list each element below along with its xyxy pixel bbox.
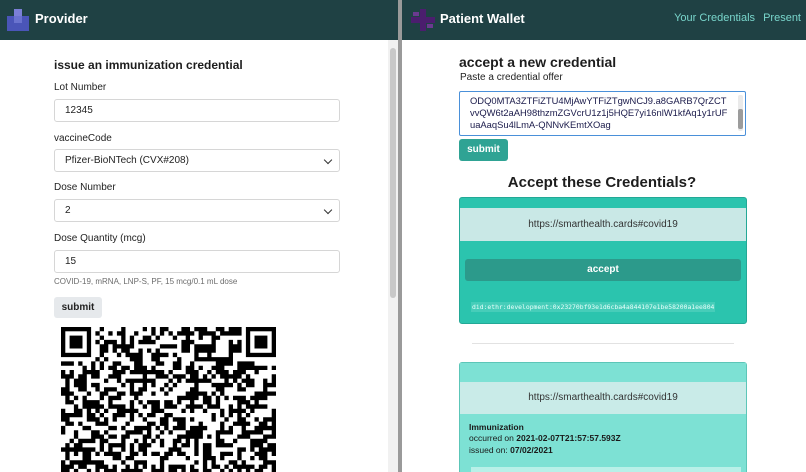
issuer-did: did:ethr:development:0x23270bf93e1d6cba4…	[471, 302, 716, 312]
dose-help-text: COVID-19, mRNA, LNP-S, PF, 15 mcg/0.1 mL…	[54, 277, 238, 286]
dose-quantity-value: 15	[65, 256, 77, 267]
vaccine-code-label: vaccineCode	[54, 133, 112, 144]
issued-on-row: issued on: 07/02/2021	[469, 445, 553, 455]
wallet-title: accept a new credential	[459, 54, 617, 70]
provider-brand: Provider	[35, 11, 88, 26]
wallet-brand: Patient Wallet	[440, 11, 525, 26]
issuer-did-truncated	[471, 467, 741, 472]
wallet-topbar: Patient Wallet Your Credentials Present	[402, 0, 806, 40]
nav-your-credentials[interactable]: Your Credentials	[674, 12, 755, 24]
wallet-logo-icon	[411, 9, 435, 31]
provider-scrollbar[interactable]	[388, 40, 398, 472]
chevron-down-icon	[323, 205, 333, 215]
credential-card-offer: https://smarthealth.cards#covid19 accept…	[459, 197, 747, 324]
occurred-on-row: occurred on 2021-02-07T21:57:57.593Z	[469, 433, 621, 443]
form-title: issue an immunization credential	[54, 58, 243, 72]
dose-quantity-label: Dose Quantity (mcg)	[54, 233, 146, 244]
vaccine-code-value: Pfizer-BioNTech (CVX#208)	[65, 155, 189, 166]
credential-qr-code	[61, 327, 277, 472]
dose-number-select[interactable]: 2	[54, 199, 340, 222]
provider-pane: Provider issue an immunization credentia…	[0, 0, 398, 472]
accept-button[interactable]: accept	[465, 259, 741, 281]
dose-number-label: Dose Number	[54, 182, 116, 193]
chevron-down-icon	[323, 155, 333, 165]
credential-offer-textarea[interactable]: ODQ0MTA3ZTFiZTU4MjAwYTFiZTgwNCJ9.a8GARB7…	[459, 91, 746, 136]
card2-header-strip	[460, 363, 746, 382]
lot-number-label: Lot Number	[54, 82, 107, 93]
provider-scrollbar-thumb[interactable]	[390, 48, 396, 298]
wallet-pane: Patient Wallet Your Credentials Present …	[402, 0, 806, 472]
nav-present[interactable]: Present	[763, 12, 801, 24]
immunization-kind: Immunization	[469, 422, 524, 432]
lot-number-input[interactable]: 12345	[54, 99, 340, 122]
wallet-submit-button[interactable]: submit	[459, 139, 508, 161]
provider-logo-icon	[7, 9, 29, 31]
dose-quantity-input[interactable]: 15	[54, 250, 340, 273]
wallet-nav: Your Credentials Present	[669, 12, 801, 24]
card-separator	[472, 343, 734, 344]
lot-number-value: 12345	[65, 105, 93, 116]
provider-submit-button[interactable]: submit	[54, 297, 102, 318]
wallet-subtitle: Paste a credential offer	[460, 72, 563, 83]
accept-heading: Accept these Credentials?	[507, 174, 697, 191]
provider-topbar: Provider	[0, 0, 398, 40]
vaccine-code-select[interactable]: Pfizer-BioNTech (CVX#208)	[54, 149, 340, 172]
textarea-scrollbar-thumb[interactable]	[738, 109, 743, 129]
dose-number-value: 2	[65, 205, 71, 216]
credential-offer-text: ODQ0MTA3ZTFiZTU4MjAwYTFiZTgwNCJ9.a8GARB7…	[470, 95, 728, 130]
credential-card-immunization: https://smarthealth.cards#covid19 Immuni…	[459, 362, 747, 472]
card-type-url: https://smarthealth.cards#covid19	[460, 208, 746, 241]
card2-type-url: https://smarthealth.cards#covid19	[460, 382, 746, 414]
